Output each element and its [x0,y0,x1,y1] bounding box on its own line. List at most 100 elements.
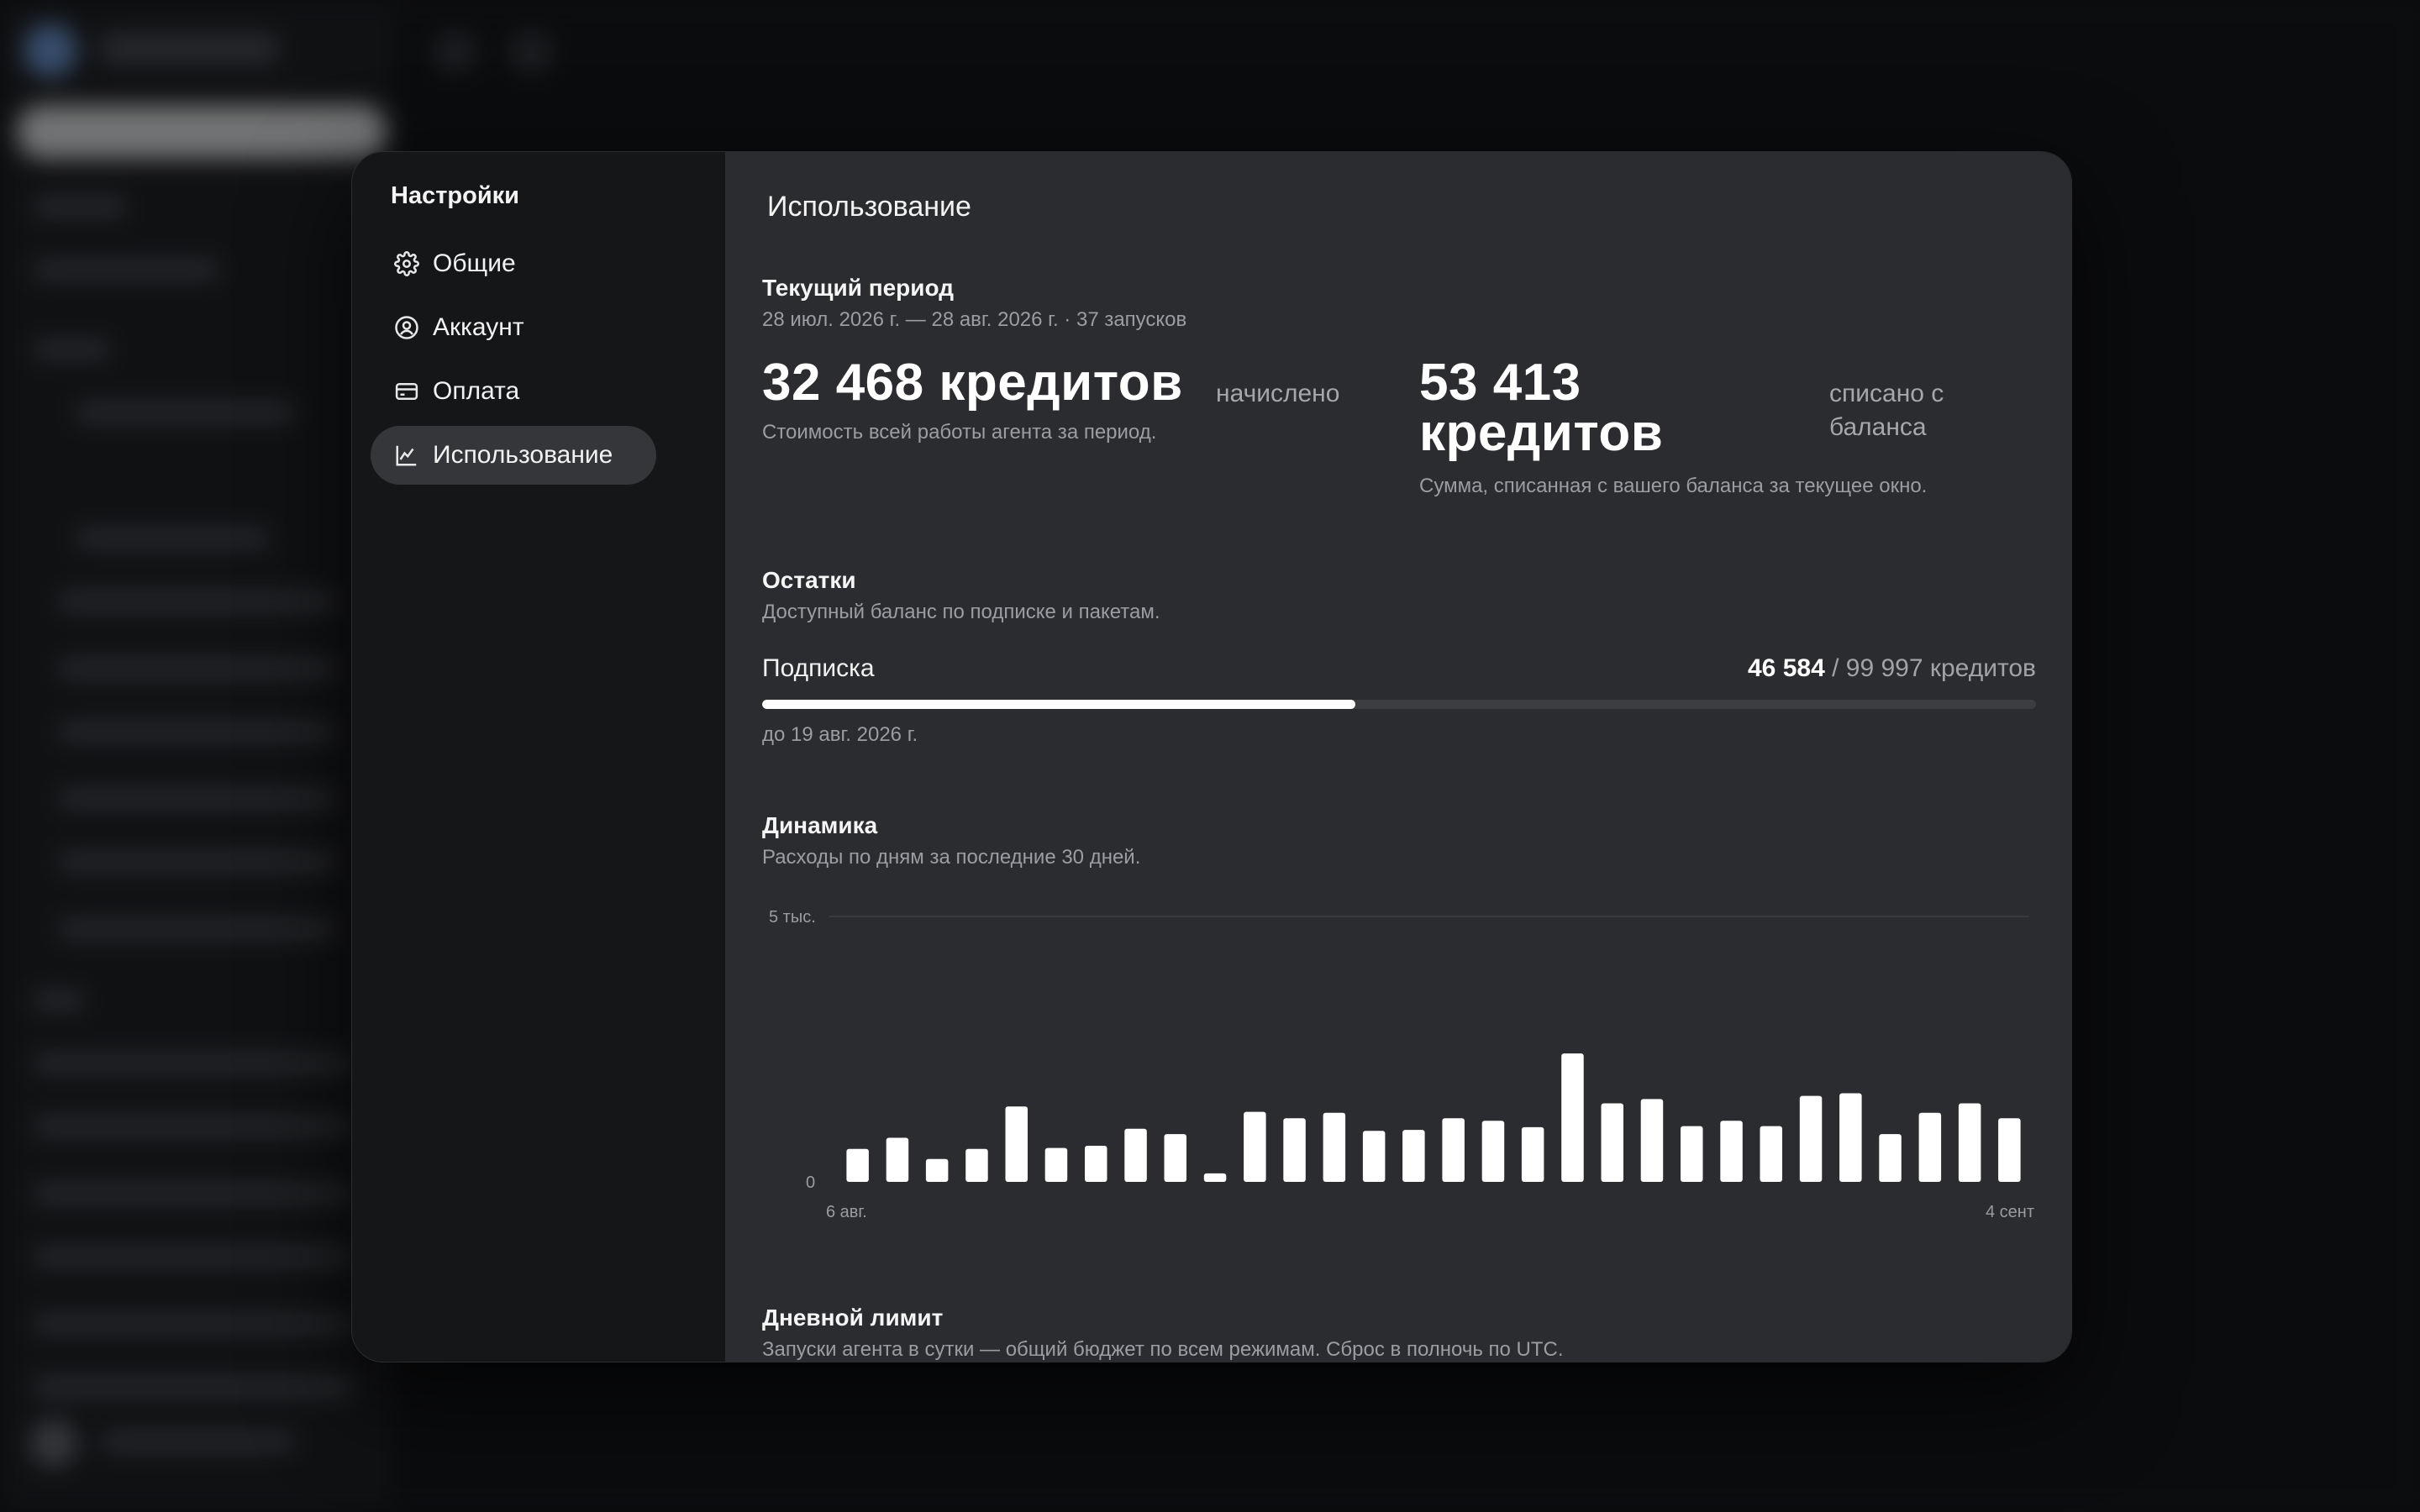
background-brand [101,34,277,64]
nav-item-usage[interactable]: Использование [371,426,656,485]
background-line [59,659,336,678]
chart-bar [846,1148,869,1182]
dynamics-title: Динамика [762,812,878,838]
x-tick-label: 4 сент [1986,1203,2034,1221]
dynamics-subtitle: Расходы по дням за последние 30 дней. [762,846,1141,869]
background-toolbar-button [437,34,474,71]
background-line [59,920,336,938]
daily-limit-title: Дневной лимит [762,1305,944,1331]
background-line [34,1117,353,1136]
chart-bar [1124,1128,1147,1182]
chart-bar [1958,1103,1981,1182]
gear-icon [394,251,419,276]
chart-line-icon [394,443,419,468]
subscription-used: 46 584 [1748,654,1825,682]
charged-suffix-line1: списано с [1829,380,1944,407]
chart-bar [1839,1093,1862,1182]
background-logo [24,24,77,77]
card-icon [394,379,419,404]
chart-bar [1164,1134,1186,1182]
chart-bar [1283,1118,1306,1182]
background-line [34,260,218,279]
charged-description: Сумма, списанная с вашего баланса за тек… [1419,475,1928,497]
background-line [59,853,336,871]
chart-bar [1998,1118,2021,1182]
subscription-progress-bar [762,700,2036,709]
background-line [76,403,294,422]
background-line [59,722,336,741]
chart-bar [1323,1112,1346,1182]
settings-dialog: Настройки Общие Аккаунт Оплата Использов… [351,151,2072,1362]
background-line [59,592,336,611]
chart-bar [1760,1126,1782,1182]
nav-item-general[interactable]: Общие [371,234,707,293]
subscription-progress-fill [762,700,1356,709]
settings-sidebar: Настройки Общие Аккаунт Оплата Использов… [352,152,725,1362]
chart-bar [1601,1103,1623,1182]
charged-suffix-line2: баланса [1829,413,1927,441]
settings-nav: Общие Аккаунт Оплата Использование [371,234,707,490]
settings-title: Настройки [391,182,520,209]
period-subtitle: 28 июл. 2026 г. — 28 авг. 2026 г. · 37 з… [762,308,1187,331]
chart-bar [1203,1173,1227,1182]
x-tick-label: 6 авг. [826,1203,867,1221]
chart-bar [1561,1053,1584,1182]
chart-bar [1521,1126,1544,1182]
chart-bar [1720,1121,1743,1182]
usage-chart: 5 тыс. 0 6 авг. 4 сент [762,891,2036,1236]
background-line [34,1378,353,1396]
y-tick-label: 5 тыс. [769,908,816,927]
chart-bar [1640,1099,1664,1182]
charged-value-line1: 53 413 [1419,354,1581,412]
background-line [34,1315,353,1333]
chart-bar [1681,1126,1703,1182]
accrued-description: Стоимость всей работы агента за период. [762,421,1157,444]
nav-item-label: Использование [433,441,613,469]
period-title: Текущий период [762,275,955,301]
accrued-value: 32 468 кредитов [762,354,1183,412]
background-new-chat-pill [17,105,387,159]
subscription-total: / 99 997 кредитов [1832,654,2036,682]
subscription-label: Подписка [762,654,875,682]
background-toolbar-button [513,34,550,71]
nav-item-label: Оплата [433,377,520,405]
chart-bar [1085,1146,1107,1182]
background-line [101,1432,294,1451]
chart-bar [1362,1131,1386,1182]
background-line [34,991,84,1010]
background-line [34,197,126,216]
usage-panel: Использование Текущий период 28 июл. 202… [725,152,2071,1362]
chart-bar [1044,1147,1068,1182]
subscription-expires: до 19 авг. 2026 г. [762,723,918,746]
nav-item-billing[interactable]: Оплата [371,362,707,421]
chart-bar [886,1137,909,1182]
chart-bar [1244,1111,1266,1182]
chart-bar [925,1158,949,1182]
subscription-balance: 46 584 / 99 997 кредитов [1748,654,2036,683]
accrued-suffix: начислено [1216,380,1340,407]
chart-bar [965,1148,988,1182]
background-line [34,1247,353,1266]
charged-value-line2: кредитов [1419,404,1664,462]
nav-item-label: Аккаунт [433,313,524,341]
chart-bar [1481,1121,1505,1182]
balances-title: Остатки [762,567,856,593]
chart-bar [1879,1134,1902,1182]
background-sidebar [0,0,395,1512]
nav-item-account[interactable]: Аккаунт [371,298,707,357]
usage-chart-svg: 5 тыс. 0 6 авг. 4 сент [769,908,2034,1221]
background-line [76,529,269,548]
balances-subtitle: Доступный баланс по подписке и пакетам. [762,601,1160,623]
user-circle-icon [394,315,419,340]
chart-bar [1442,1118,1465,1182]
chart-bar [1799,1095,1823,1182]
daily-limit-subtitle: Запуски агента в сутки — общий бюджет по… [762,1338,1564,1361]
background-line [34,1184,353,1203]
nav-item-label: Общие [433,249,516,277]
background-avatar [30,1420,77,1467]
page-title: Использование [767,191,971,223]
background-line [34,340,109,359]
background-line [59,790,336,808]
y-tick-label: 0 [806,1173,815,1192]
background-line [34,1054,353,1073]
